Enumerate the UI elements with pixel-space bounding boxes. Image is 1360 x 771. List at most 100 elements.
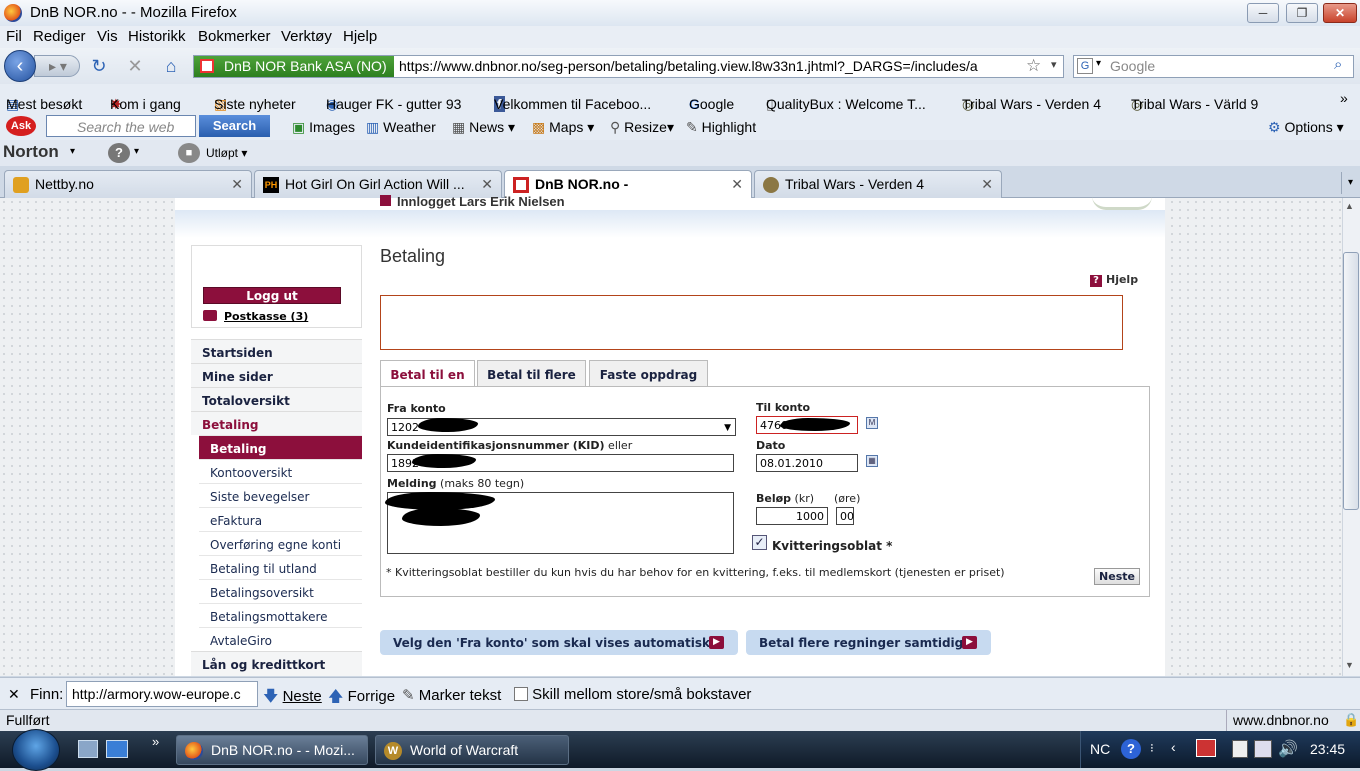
subnav-overforing[interactable]: Overføring egne konti [199, 531, 362, 555]
dato-input[interactable]: 08.01.2010 [756, 454, 858, 472]
subnav-siste-bevegelser[interactable]: Siste bevegelser [199, 483, 362, 507]
menu-historikk[interactable]: Historikk [128, 28, 186, 45]
postkasse-link[interactable]: Postkasse (3) [224, 310, 308, 323]
tab-close-icon[interactable]: ✕ [731, 171, 743, 197]
forward-button[interactable]: ▸ ▾ [34, 55, 80, 77]
menu-fil[interactable]: Fil [6, 28, 22, 45]
ask-search-input[interactable]: Search the web [46, 115, 196, 137]
weather-button[interactable]: ▥ Weather [366, 119, 436, 136]
betal-flere-link[interactable]: Betal flere regninger samtidig ▶ [746, 630, 991, 655]
volume-icon[interactable]: 🔊 [1278, 739, 1298, 759]
menu-rediger[interactable]: Rediger [33, 28, 86, 45]
task-firefox[interactable]: DnB NOR.no - - Mozi... [176, 735, 368, 765]
help-icon[interactable]: ? [1121, 739, 1141, 759]
scrollbar-thumb[interactable] [1343, 252, 1359, 510]
subnav-betalingsoversikt[interactable]: Betalingsoversikt [199, 579, 362, 603]
bookmarks-toolbar: ▤ Mest besøkt ✸ Kom i gang ▧ Siste nyhet… [0, 84, 1360, 112]
nav-mine-sider[interactable]: Mine sider [191, 363, 362, 387]
google-engine-icon[interactable]: G [1077, 58, 1093, 74]
menu-bokmerker[interactable]: Bokmerker [198, 28, 271, 45]
subnav-betaling-utland[interactable]: Betaling til utland [199, 555, 362, 579]
logout-button[interactable]: Logg ut [203, 287, 341, 304]
neste-button[interactable]: Neste [1094, 568, 1140, 585]
help-icon[interactable]: ? [108, 143, 130, 163]
tab-faste-oppdrag[interactable]: Faste oppdrag [589, 360, 708, 387]
subnav-kontooversikt[interactable]: Kontooversikt [199, 459, 362, 483]
find-input[interactable]: http://armory.wow-europe.c [66, 681, 258, 707]
reload-icon[interactable]: ↻ [88, 55, 110, 77]
start-button[interactable] [12, 729, 60, 771]
task-wow[interactable]: W World of Warcraft [375, 735, 569, 765]
bookmarks-overflow-icon[interactable]: » [1340, 90, 1348, 106]
ore-input[interactable]: 00 [836, 507, 854, 525]
tab-list-icon[interactable]: ▾ [1341, 172, 1359, 194]
match-case-checkbox[interactable]: Skill mellom store/små bokstaver [514, 686, 751, 703]
language-indicator[interactable]: NC [1090, 741, 1110, 757]
nav-startsiden[interactable]: Startsiden [191, 339, 362, 363]
engine-dropdown-icon[interactable]: ▾ [1096, 58, 1101, 69]
help-link[interactable]: ? Hjelp [1090, 273, 1138, 287]
subnav-efaktura[interactable]: eFaktura [199, 507, 362, 531]
highlight-button[interactable]: ✎ Highlight [686, 119, 756, 136]
url-dropdown-icon[interactable]: ▾ [1051, 58, 1057, 71]
show-desktop-icon[interactable] [78, 740, 98, 758]
norton-dropdown-icon[interactable]: ▾ [70, 146, 75, 157]
scroll-up-icon[interactable]: ▲ [1345, 201, 1354, 211]
norton-status[interactable]: Utløpt ▾ [206, 146, 247, 160]
tab-nettby[interactable]: Nettby.no ✕ [4, 170, 252, 198]
nav-betaling[interactable]: Betaling [191, 411, 362, 435]
tray-app-icon[interactable] [1196, 739, 1216, 757]
tab-close-icon[interactable]: ✕ [231, 171, 243, 197]
menu-vis[interactable]: Vis [97, 28, 118, 45]
menu-verktoy[interactable]: Verktøy [281, 28, 332, 45]
nav-lan-kredittkort[interactable]: Lån og kredittkort [191, 651, 362, 676]
tab-betal-til-flere[interactable]: Betal til flere [477, 360, 586, 387]
find-next-button[interactable]: 🡇 Neste [263, 686, 322, 711]
site-identity-button[interactable]: DnB NOR Bank ASA (NO) [194, 56, 394, 77]
menu-hjelp[interactable]: Hjelp [343, 28, 377, 45]
calendar-icon[interactable]: ▦ [866, 455, 878, 467]
logged-in-text: Innlogget Lars Erik Nielsen [380, 194, 565, 209]
news-button[interactable]: ▦ News ▾ [452, 119, 515, 136]
home-icon[interactable]: ⌂ [160, 55, 182, 77]
quicklaunch-overflow-icon[interactable]: » [152, 734, 159, 749]
nav-totaloversikt[interactable]: Totaloversikt [191, 387, 362, 411]
maximize-button[interactable]: ❐ [1286, 3, 1318, 23]
ask-search-button[interactable]: Search [199, 115, 270, 137]
tray-expand-icon[interactable]: ⁝ [1150, 741, 1154, 755]
velg-fra-konto-link[interactable]: Velg den 'Fra konto' som skal vises auto… [380, 630, 738, 655]
dnb-logo-fragment [1092, 196, 1152, 210]
tab-close-icon[interactable]: ✕ [981, 171, 993, 197]
tray-device-icon[interactable] [1232, 740, 1248, 758]
close-button[interactable]: ✕ [1323, 3, 1357, 23]
back-button[interactable]: ‹ [4, 50, 36, 82]
tray-arrow-icon[interactable]: ‹ [1171, 739, 1176, 755]
url-text[interactable]: https://www.dnbnor.no/seg-person/betalin… [399, 58, 1024, 74]
subnav-betalingsmottakere[interactable]: Betalingsmottakere [199, 603, 362, 627]
minimize-button[interactable]: ─ [1247, 3, 1279, 23]
address-book-icon[interactable]: M [866, 417, 878, 429]
switch-windows-icon[interactable] [106, 740, 128, 758]
belop-input[interactable]: 1000 [756, 507, 828, 525]
help-dropdown-icon[interactable]: ▾ [134, 146, 139, 157]
tab-betal-til-en[interactable]: Betal til en [380, 360, 475, 388]
scroll-down-icon[interactable]: ▼ [1345, 660, 1354, 670]
kvittering-checkbox[interactable]: ✓ [752, 535, 767, 550]
tab-tribal-wars[interactable]: Tribal Wars - Verden 4 ✕ [754, 170, 1002, 198]
dnb-favicon-icon [513, 177, 529, 193]
images-button[interactable]: ▣ Images [292, 119, 355, 136]
star-bookmark-icon[interactable]: ☆ [1026, 56, 1041, 76]
maps-button[interactable]: ▩ Maps ▾ [532, 119, 594, 136]
clock[interactable]: 23:45 [1310, 741, 1345, 757]
network-icon[interactable] [1254, 740, 1272, 758]
search-icon[interactable]: ⌕ [1334, 56, 1342, 73]
find-prev-button[interactable]: 🡅 Forrige [328, 686, 395, 711]
padlock-icon[interactable]: 🔒 [1343, 712, 1359, 728]
stop-icon[interactable]: ✕ [124, 55, 146, 77]
highlight-all-button[interactable]: ✎ Marker tekst [402, 686, 501, 704]
subnav-avtalegiro[interactable]: AvtaleGiro [199, 627, 362, 651]
resize-button[interactable]: ⚲ Resize▾ [610, 119, 674, 136]
find-close-icon[interactable]: ✕ [8, 686, 20, 703]
subnav-betaling[interactable]: Betaling [199, 435, 362, 459]
options-button[interactable]: ⚙ Options ▾ [1268, 119, 1344, 136]
